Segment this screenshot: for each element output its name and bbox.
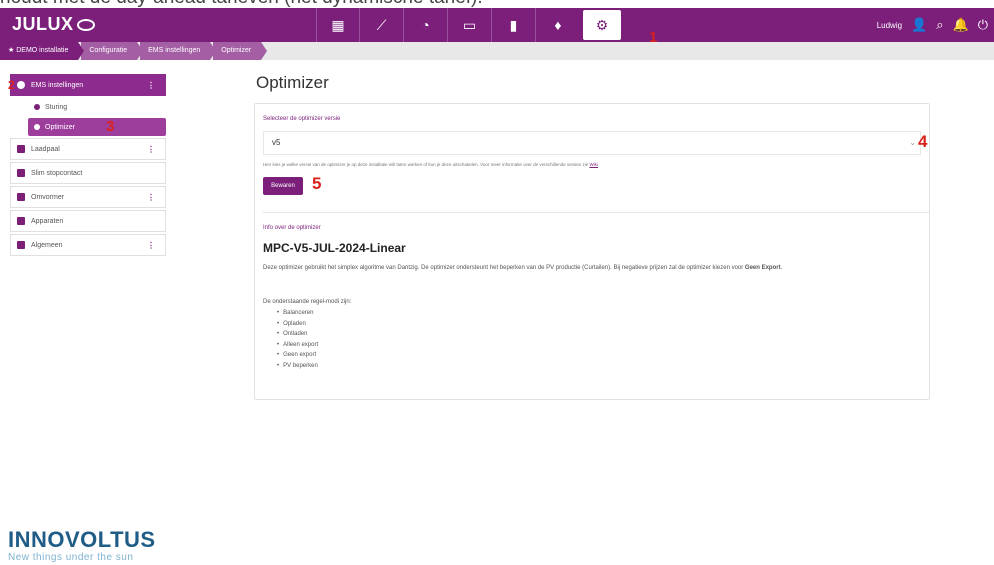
sidebar-subitem-label: Optimizer xyxy=(45,123,75,131)
brand-name: INNOVOLTUS xyxy=(8,527,156,552)
sidebar-item-label: Slim stopcontact xyxy=(31,169,83,177)
description-bold: Geen Export xyxy=(744,265,781,271)
sidebar-item-apparaten[interactable]: Apparaten xyxy=(10,210,166,232)
sidebar-item-slim-stopcontact[interactable]: Slim stopcontact xyxy=(10,162,166,184)
gear-icon[interactable]: ⚙ xyxy=(583,10,621,40)
breadcrumb-item[interactable]: EMS instellingen xyxy=(140,42,217,60)
sidebar: EMS instellingen ⋮ Sturing Optimizer Laa… xyxy=(10,74,166,258)
battery-module-icon[interactable]: ▭ xyxy=(448,8,492,42)
algorithm-description: Deze optimizer gebruikt het simplex algo… xyxy=(263,265,783,271)
sidebar-subitem-optimizer[interactable]: Optimizer xyxy=(28,118,166,136)
sidebar-item-label: Algemeen xyxy=(31,241,63,249)
list-item: Ontladen xyxy=(277,329,318,340)
modes-intro: De onderstaande regel-modi zijn: xyxy=(263,299,352,305)
bell-icon[interactable]: 🔔 xyxy=(953,17,969,33)
annotation-2: 2 xyxy=(8,78,15,92)
sidebar-subitem-label: Sturing xyxy=(45,103,68,111)
annotation-3: 3 xyxy=(106,118,115,135)
settings-icon xyxy=(17,81,25,89)
sidebar-item-ems-instellingen[interactable]: EMS instellingen ⋮ xyxy=(10,74,166,96)
sidebar-item-omvormer[interactable]: Omvormer ⋮ xyxy=(10,186,166,208)
sidebar-item-label: Apparaten xyxy=(31,217,64,225)
user-icon[interactable]: 👤 xyxy=(911,17,927,33)
brand-tagline: New things under the sun xyxy=(8,552,134,563)
plug-icon[interactable]: ♦ xyxy=(536,8,580,42)
breadcrumb-item[interactable]: Configuratie xyxy=(81,42,143,60)
sidebar-item-laadpaal[interactable]: Laadpaal ⋮ xyxy=(10,138,166,160)
breadcrumb-item[interactable]: Optimizer xyxy=(213,42,268,60)
chevron-down-icon[interactable]: ⌄ xyxy=(909,132,916,154)
power-icon[interactable]: ⏻ xyxy=(978,17,988,33)
chart-icon[interactable]: ⟋ xyxy=(360,8,404,42)
breadcrumb-item[interactable]: ★ DEMO installatie xyxy=(0,42,85,60)
inverter-icon xyxy=(17,193,25,201)
sidebar-item-algemeen[interactable]: Algemeen ⋮ xyxy=(10,234,166,256)
sidebar-item-label: EMS instellingen xyxy=(31,81,84,89)
menu-dots-icon[interactable]: ⋮ xyxy=(147,145,155,154)
dot-icon xyxy=(34,104,40,110)
meter-icon[interactable]: ◔ xyxy=(404,8,448,42)
list-item: Opladen xyxy=(277,319,318,330)
annotation-4: 4 xyxy=(918,132,928,151)
annotation-5: 5 xyxy=(312,174,322,193)
optimizer-card: Selecteer de optimizer versie v5 ⌄ Hier … xyxy=(254,103,930,400)
top-navbar: JULUX ▦ ⟋ ◔ ▭ ▮ ♦ ⚙ Ludwig 👤 ⌕ 🔔 ⏻ xyxy=(0,8,994,42)
algorithm-title: MPC-V5-JUL-2024-Linear xyxy=(263,241,406,255)
sidebar-subitem-sturing[interactable]: Sturing xyxy=(28,98,166,116)
app-logo[interactable]: JULUX xyxy=(12,14,95,35)
search-icon[interactable]: ⌕ xyxy=(936,17,943,33)
divider xyxy=(263,212,929,213)
sidebar-item-label: Laadpaal xyxy=(31,145,60,153)
menu-dots-icon[interactable]: ⋮ xyxy=(147,241,155,250)
devices-icon xyxy=(17,217,25,225)
logo-icon xyxy=(76,19,95,32)
sidebar-item-label: Omvormer xyxy=(31,193,65,201)
breadcrumb: ★ DEMO installatie Configuratie EMS inst… xyxy=(0,42,994,60)
help-text: Hier kies je welke versie van de optimiz… xyxy=(263,162,598,167)
version-label: Selecteer de optimizer versie xyxy=(263,116,341,122)
plug-icon xyxy=(17,169,25,177)
list-item: Balanceren xyxy=(277,308,318,319)
user-name[interactable]: Ludwig xyxy=(877,21,902,30)
menu-dots-icon[interactable]: ⋮ xyxy=(147,81,155,90)
modes-list: Balanceren Opladen Ontladen Alleen expor… xyxy=(277,308,318,371)
list-item: PV beperken xyxy=(277,361,318,372)
menu-dots-icon[interactable]: ⋮ xyxy=(147,193,155,202)
caption-text: houdt met de day-ahead tarieven (het dyn… xyxy=(0,0,994,8)
logo-text: JULUX xyxy=(12,14,74,34)
dashboard-icon[interactable]: ▦ xyxy=(316,8,360,42)
charger-icon xyxy=(17,145,25,153)
version-select[interactable]: v5 ⌄ xyxy=(263,131,921,155)
dot-icon xyxy=(34,124,40,130)
wiki-link[interactable]: Wiki xyxy=(589,162,598,167)
battery-icon[interactable]: ▮ xyxy=(492,8,536,42)
brand-logo: INNOVOLTUS New things under the sun xyxy=(8,527,156,563)
page-title: Optimizer xyxy=(256,73,329,92)
list-item: Geen export xyxy=(277,350,318,361)
info-label: Info over de optimizer xyxy=(263,225,321,231)
version-value: v5 xyxy=(272,138,281,147)
list-item: Alleen export xyxy=(277,340,318,351)
cog-icon xyxy=(17,241,25,249)
main-nav: ▦ ⟋ ◔ ▭ ▮ ♦ ⚙ xyxy=(316,8,624,42)
user-area: Ludwig 👤 ⌕ 🔔 ⏻ xyxy=(877,17,988,33)
save-button[interactable]: Bewaren xyxy=(263,177,303,195)
